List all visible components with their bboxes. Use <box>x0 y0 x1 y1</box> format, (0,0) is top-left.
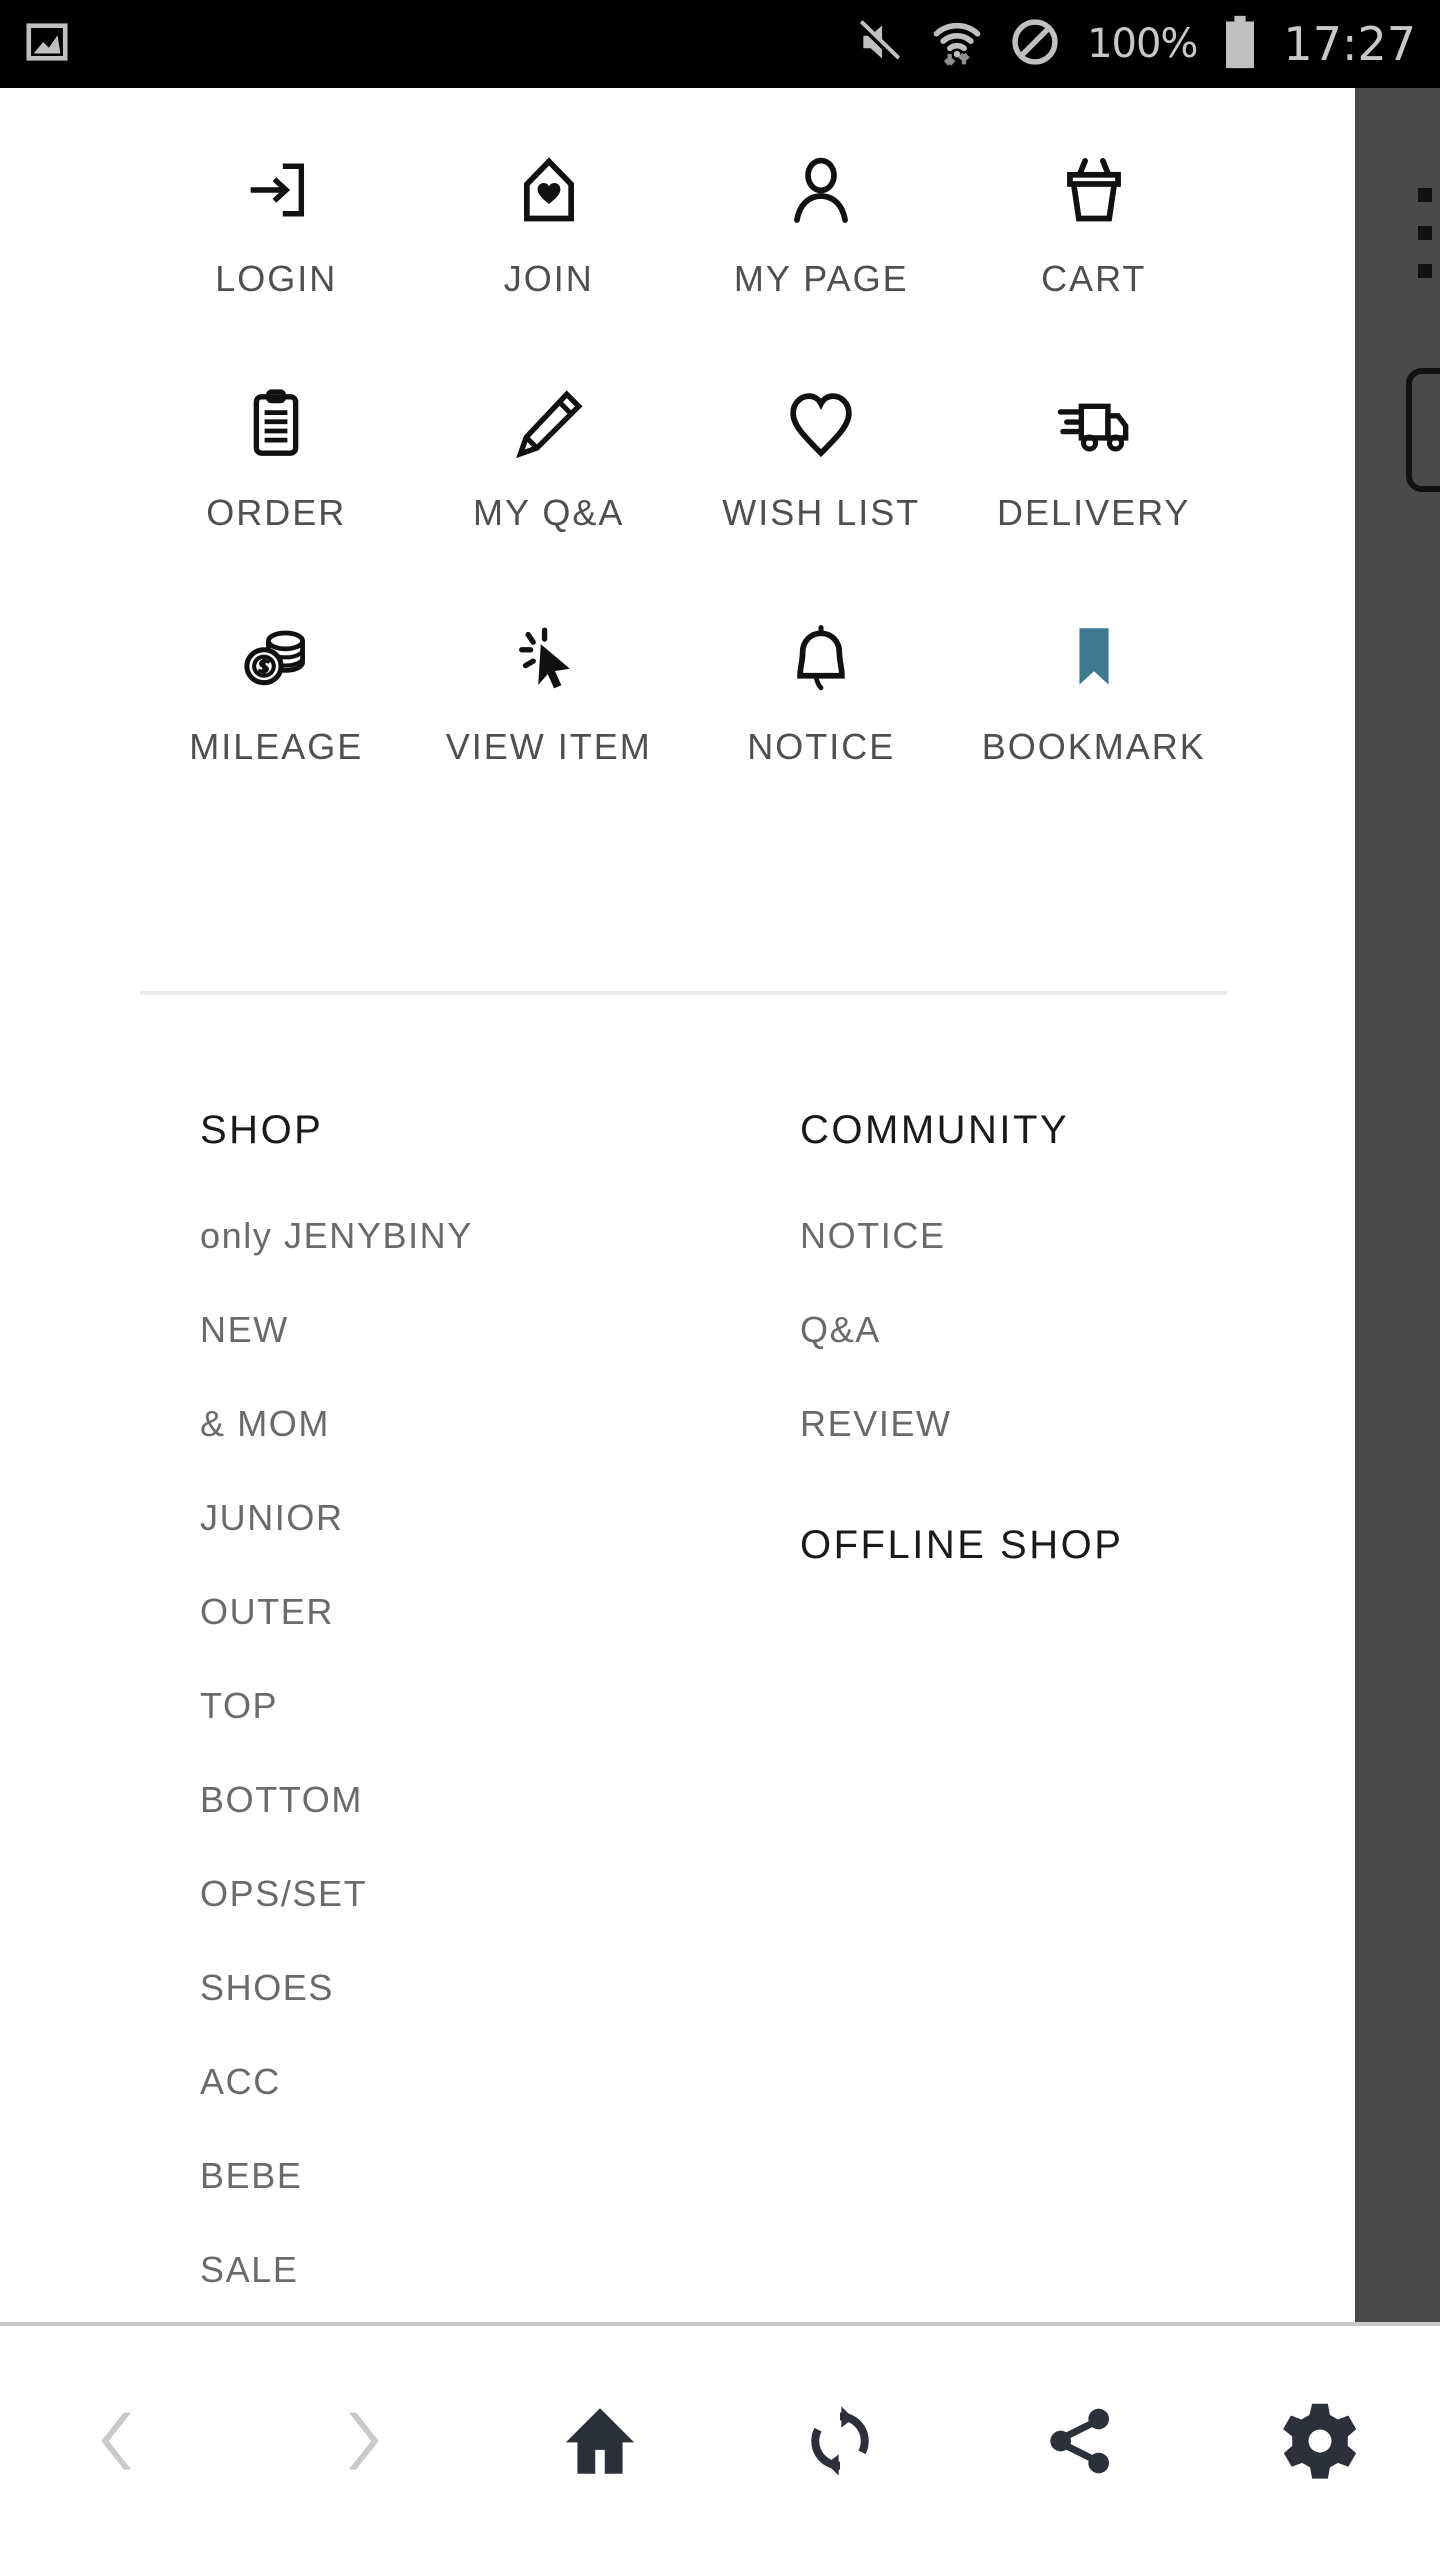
chevron-left-icon <box>80 2401 160 2486</box>
quick-menu-label: LOGIN <box>215 258 338 299</box>
quick-menu-label: DELIVERY <box>997 492 1191 533</box>
battery-full-icon <box>1223 14 1257 75</box>
join-house-heart-icon <box>413 148 686 232</box>
quick-menu-label: MY PAGE <box>733 258 909 299</box>
gear-icon <box>1277 2398 1363 2489</box>
quick-menu-cart[interactable]: CART <box>958 148 1231 300</box>
quick-menu-label: CART <box>1041 258 1147 299</box>
quick-menu-wish-list[interactable]: WISH LIST <box>685 382 958 534</box>
home-button[interactable] <box>480 2326 720 2560</box>
offline-shop-heading[interactable]: OFFLINE SHOP <box>800 1523 1300 1568</box>
quick-menu-label: MY Q&A <box>473 492 625 533</box>
delivery-truck-icon <box>958 382 1231 466</box>
heart-outline-icon <box>685 382 958 466</box>
forward-button[interactable] <box>240 2326 480 2560</box>
shop-link-and-mom[interactable]: & MOM <box>200 1403 800 1445</box>
status-bar-right: 100% 17:27 <box>855 14 1416 75</box>
chevron-right-icon <box>320 2401 400 2486</box>
quick-menu-bookmark[interactable]: BOOKMARK <box>958 616 1231 768</box>
community-link-review[interactable]: REVIEW <box>800 1403 1300 1445</box>
quick-menu-label: MILEAGE <box>189 726 364 767</box>
back-button[interactable] <box>0 2326 240 2560</box>
quick-menu-label: JOIN <box>503 258 594 299</box>
shop-link-sale[interactable]: SALE <box>200 2249 800 2291</box>
quick-menu-login[interactable]: LOGIN <box>140 148 413 300</box>
quick-menu-label: BOOKMARK <box>981 726 1206 767</box>
quick-menu-mileage[interactable]: MILEAGE <box>140 616 413 768</box>
more-vertical-icon[interactable] <box>1418 188 1432 278</box>
quick-menu-my-page[interactable]: MY PAGE <box>685 148 958 300</box>
person-icon <box>685 148 958 232</box>
quick-menu-label: NOTICE <box>747 726 896 767</box>
shop-link-bebe[interactable]: BEBE <box>200 2155 800 2197</box>
quick-menu-delivery[interactable]: DELIVERY <box>958 382 1231 534</box>
shop-link-top[interactable]: TOP <box>200 1685 800 1727</box>
more-dot <box>1418 264 1432 278</box>
shop-link-ops-set[interactable]: OPS/SET <box>200 1873 800 1915</box>
community-column: COMMUNITY NOTICE Q&A REVIEW OFFLINE SHOP <box>800 1108 1300 2322</box>
shopping-basket-icon <box>958 148 1231 232</box>
right-overlay-panel <box>1355 88 1440 2322</box>
quick-menu-join[interactable]: JOIN <box>413 148 686 300</box>
shop-link-junior[interactable]: JUNIOR <box>200 1497 800 1539</box>
bookmark-filled-icon <box>958 616 1231 700</box>
rounded-rect-button[interactable] <box>1406 368 1440 492</box>
shop-link-outer[interactable]: OUTER <box>200 1591 800 1633</box>
shop-link-acc[interactable]: ACC <box>200 2061 800 2103</box>
home-icon <box>559 2400 641 2487</box>
quick-menu-label: ORDER <box>206 492 347 533</box>
share-icon <box>1040 2401 1120 2486</box>
mute-icon <box>855 17 905 72</box>
coins-stack-icon <box>140 616 413 700</box>
community-heading: COMMUNITY <box>800 1108 1070 1152</box>
bell-icon <box>685 616 958 700</box>
refresh-button[interactable] <box>720 2326 960 2560</box>
section-divider <box>140 991 1227 995</box>
pencil-icon <box>413 382 686 466</box>
webview-content: LOGIN JOIN MY PAGE CART ORDER MY Q&A WIS… <box>0 88 1355 2322</box>
more-dot <box>1418 226 1432 240</box>
do-not-disturb-icon <box>1009 16 1061 73</box>
shop-column: SHOP only JENYBINY NEW & MOM JUNIOR OUTE… <box>200 1108 800 2322</box>
clipboard-list-icon <box>140 382 413 466</box>
shop-link-only-jenybiny[interactable]: only JENYBINY <box>200 1215 800 1257</box>
status-bar: 100% 17:27 <box>0 0 1440 88</box>
quick-menu-notice[interactable]: NOTICE <box>685 616 958 768</box>
quick-menu-label: VIEW ITEM <box>445 726 652 767</box>
login-arrow-icon <box>140 148 413 232</box>
community-link-notice[interactable]: NOTICE <box>800 1215 1300 1257</box>
click-cursor-icon <box>413 616 686 700</box>
settings-button[interactable] <box>1200 2326 1440 2560</box>
shop-link-bottom[interactable]: BOTTOM <box>200 1779 800 1821</box>
wifi-data-icon <box>931 16 983 73</box>
status-bar-clock: 17:27 <box>1283 17 1416 71</box>
shop-link-new[interactable]: NEW <box>200 1309 800 1351</box>
more-dot <box>1418 188 1432 202</box>
footer-menu-columns: SHOP only JENYBINY NEW & MOM JUNIOR OUTE… <box>200 1108 1300 2322</box>
status-bar-left <box>24 19 70 70</box>
screenshot-image-icon <box>24 19 70 70</box>
quick-menu-order[interactable]: ORDER <box>140 382 413 534</box>
battery-percent-label: 100% <box>1087 21 1198 67</box>
refresh-icon <box>800 2401 880 2486</box>
quick-menu-view-item[interactable]: VIEW ITEM <box>413 616 686 768</box>
quick-menu-grid: LOGIN JOIN MY PAGE CART ORDER MY Q&A WIS… <box>140 148 1230 768</box>
share-button[interactable] <box>960 2326 1200 2560</box>
browser-bottom-nav <box>0 2322 1440 2560</box>
shop-heading: SHOP <box>200 1108 324 1152</box>
quick-menu-my-qa[interactable]: MY Q&A <box>413 382 686 534</box>
community-link-qa[interactable]: Q&A <box>800 1309 1300 1351</box>
shop-link-shoes[interactable]: SHOES <box>200 1967 800 2009</box>
quick-menu-label: WISH LIST <box>722 492 921 533</box>
